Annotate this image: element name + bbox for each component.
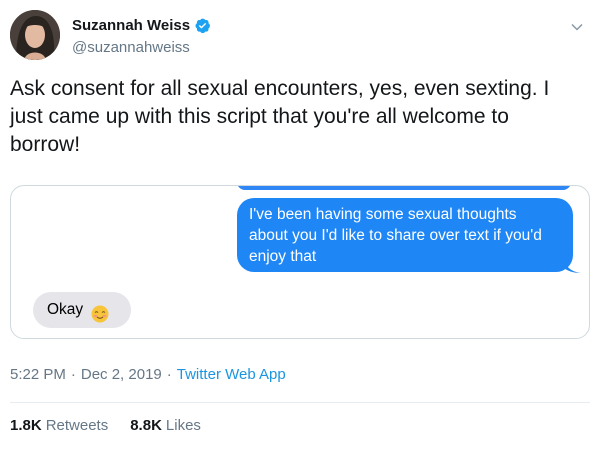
likes-stat[interactable]: 8.8K Likes <box>130 417 201 434</box>
retweets-stat[interactable]: 1.8K Retweets <box>10 417 108 434</box>
incoming-message-bubble: Okay <box>33 292 131 328</box>
previous-message-edge <box>237 186 571 190</box>
chevron-down-icon[interactable] <box>570 20 584 34</box>
divider <box>10 402 590 403</box>
retweets-label: Retweets <box>45 417 109 434</box>
avatar[interactable] <box>10 10 60 60</box>
author-handle[interactable]: @suzannahweiss <box>72 39 190 56</box>
outgoing-message-bubble: I've been having some sexual thoughts ab… <box>237 198 573 272</box>
incoming-message-text: Okay <box>47 301 84 318</box>
tweet-text: Ask consent for all sexual encounters, y… <box>10 77 550 156</box>
tweet-source-link[interactable]: Twitter Web App <box>177 366 286 383</box>
tweet-header: Suzannah Weiss @suzannahweiss <box>10 8 590 64</box>
meta-separator: · <box>166 366 172 383</box>
tweet-date[interactable]: Dec 2, 2019 <box>81 366 162 383</box>
smiling-face-with-blush-emoji-icon <box>91 301 109 323</box>
meta-separator: · <box>70 366 76 383</box>
author-name[interactable]: Suzannah Weiss <box>72 17 190 34</box>
outgoing-bubble-tail <box>563 258 581 274</box>
likes-label: Likes <box>165 417 201 434</box>
author-name-row: Suzannah Weiss <box>72 17 211 34</box>
tweet-meta: 5:22 PM · Dec 2, 2019 · Twitter Web App <box>10 366 286 383</box>
retweets-count: 1.8K <box>10 417 42 434</box>
tweet-time[interactable]: 5:22 PM <box>10 366 66 383</box>
verified-badge-icon <box>194 17 211 34</box>
likes-count: 8.8K <box>130 417 162 434</box>
tweet-media-screenshot[interactable]: I've been having some sexual thoughts ab… <box>10 185 590 339</box>
tweet-stats: 1.8K Retweets 8.8K Likes <box>10 417 223 434</box>
